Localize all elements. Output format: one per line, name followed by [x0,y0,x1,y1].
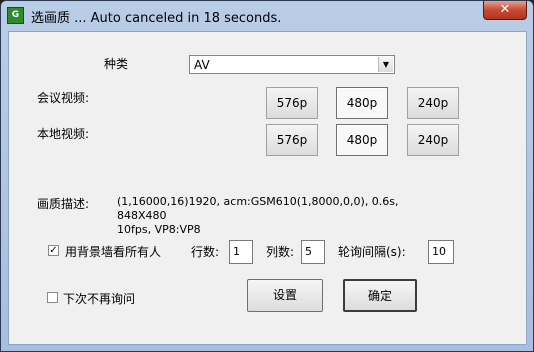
rows-input[interactable]: 1 [229,240,253,264]
meeting-240p-button[interactable]: 240p [407,87,459,119]
no-ask-label[interactable]: 下次不再询问 [63,290,135,307]
bgwall-label[interactable]: 用背景墙看所有人 [65,243,161,260]
rows-label: 行数: [191,245,220,259]
quality-desc-line1: (1,16000,16)1920, acm:GSM610(1,8000,0,0)… [117,195,399,222]
quality-desc-label: 画质描述: [37,197,90,211]
title-bar[interactable]: G 选画质 ... Auto canceled in 18 seconds. ✕ [1,1,533,31]
interval-label: 轮询间隔(s): [338,245,406,259]
dialog-body: 种类 AV ▼ 会议视频: 576p 480p 240p 本地视频: 576p … [8,31,527,345]
local-576p-button[interactable]: 576p [266,124,318,156]
meeting-480p-button[interactable]: 480p [336,87,388,119]
no-ask-checkbox[interactable] [47,292,58,303]
local-240p-button[interactable]: 240p [407,124,459,156]
bgwall-checkbox[interactable]: ✓ [48,245,59,256]
dialog-window: G 选画质 ... Auto canceled in 18 seconds. ✕… [0,0,534,352]
local-video-label: 本地视频: [37,127,90,141]
app-icon: G [7,7,24,24]
local-480p-button[interactable]: 480p [336,124,388,156]
cols-input[interactable]: 5 [301,240,325,264]
chevron-down-icon[interactable]: ▼ [378,57,393,72]
ok-button[interactable]: 确定 [343,279,417,312]
cols-label: 列数: [266,245,295,259]
type-select[interactable]: AV ▼ [189,55,395,74]
meeting-576p-button[interactable]: 576p [266,87,318,119]
type-select-value: AV [194,58,210,72]
settings-button[interactable]: 设置 [247,279,323,312]
window-title: 选画质 ... Auto canceled in 18 seconds. [31,11,282,26]
close-button[interactable]: ✕ [483,1,527,20]
meeting-video-label: 会议视频: [37,91,90,105]
quality-desc-line2: 10fps, VP8:VP8 [117,223,201,236]
quality-description: (1,16000,16)1920, acm:GSM610(1,8000,0,0)… [117,195,447,237]
type-label: 种类 [104,57,129,71]
interval-input[interactable]: 10 [428,240,454,264]
